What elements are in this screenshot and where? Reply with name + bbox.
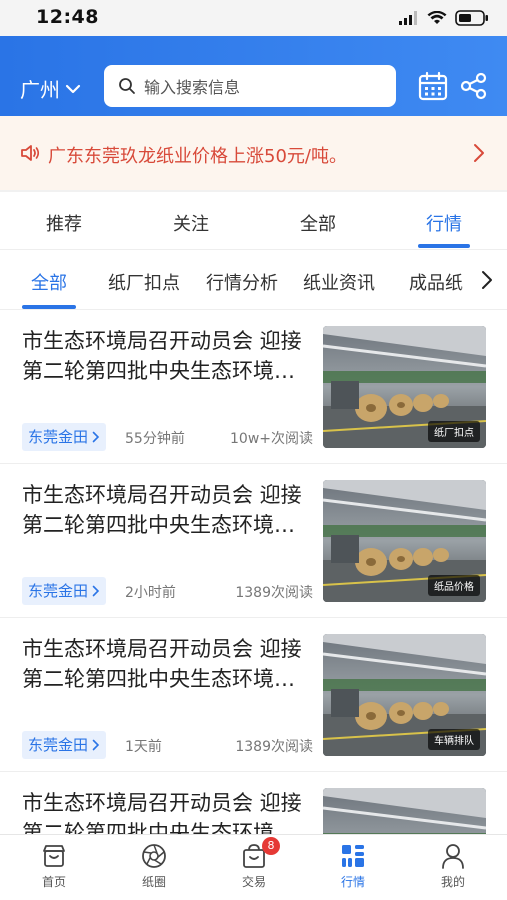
search-icon bbox=[119, 78, 135, 94]
trade-badge: 8 bbox=[262, 837, 280, 855]
battery-icon bbox=[455, 10, 488, 26]
nav-trade[interactable]: 8 交易 bbox=[224, 837, 284, 890]
news-title: 市生态环境局召开动员会 迎接第二轮第四批中央生态环境… bbox=[22, 483, 302, 537]
subtab-paper-news[interactable]: 纸业资讯 bbox=[303, 269, 375, 295]
signal-icon bbox=[399, 11, 417, 25]
source-tag[interactable]: 东莞金田 bbox=[22, 577, 107, 605]
nav-market-label: 行情 bbox=[340, 875, 365, 889]
nav-trade-label: 交易 bbox=[241, 875, 266, 889]
chevron-right-icon bbox=[482, 271, 492, 289]
source-tag-label: 东莞金田 bbox=[28, 582, 89, 600]
notice-banner[interactable]: 广东东莞玖龙纸业价格上涨50元/吨。 bbox=[0, 116, 507, 190]
news-time: 55分钟前 bbox=[125, 431, 185, 447]
nav-mine-label: 我的 bbox=[440, 875, 465, 889]
nav-home-label: 首页 bbox=[41, 875, 66, 889]
share-icon[interactable] bbox=[460, 72, 488, 100]
source-tag-label: 东莞金田 bbox=[28, 736, 89, 754]
subtab-finished-paper[interactable]: 成品纸 bbox=[409, 269, 463, 295]
status-time: 12:48 bbox=[36, 6, 99, 28]
tab-follow[interactable]: 关注 bbox=[173, 210, 209, 236]
wifi-icon bbox=[427, 11, 447, 24]
subtab-all[interactable]: 全部 bbox=[31, 269, 67, 295]
top-header: 广州 输入搜索信息 bbox=[0, 36, 507, 116]
source-tag[interactable]: 东莞金田 bbox=[22, 423, 107, 451]
notice-text: 广东东莞玖龙纸业价格上涨50元/吨。 bbox=[48, 146, 347, 167]
tab-recommend[interactable]: 推荐 bbox=[46, 210, 82, 236]
news-thumbnail: 纸品价格 bbox=[323, 480, 486, 602]
status-icons bbox=[399, 8, 489, 28]
grid-icon bbox=[342, 845, 364, 867]
person-icon bbox=[442, 844, 464, 869]
chevron-down-icon bbox=[65, 84, 81, 93]
chevron-right-icon bbox=[474, 144, 484, 162]
news-time: 2小时前 bbox=[125, 585, 176, 601]
thumbnail-label: 纸品价格 bbox=[428, 575, 480, 596]
thumbnail-label: 纸厂扣点 bbox=[428, 421, 480, 442]
thumbnail-label: 车辆排队 bbox=[428, 729, 480, 750]
subtab-market-analysis[interactable]: 行情分析 bbox=[206, 269, 278, 295]
nav-circle-label: 纸圈 bbox=[141, 875, 166, 889]
chevron-right-icon bbox=[92, 739, 100, 751]
nav-mine[interactable]: 我的 bbox=[423, 843, 483, 890]
tab-all[interactable]: 全部 bbox=[300, 210, 336, 236]
subtab-more-button[interactable] bbox=[461, 250, 507, 308]
news-time: 1天前 bbox=[125, 739, 162, 755]
nav-market[interactable]: 行情 bbox=[323, 843, 383, 890]
nav-circle[interactable]: 纸圈 bbox=[124, 843, 184, 890]
news-item[interactable]: 市生态环境局召开动员会 迎接第二轮第四批中央生态环境… 纸品价格 东莞金田 2小时前 1… bbox=[0, 464, 507, 618]
status-bar: 12:48 bbox=[0, 0, 507, 36]
sub-tabs: 全部 纸厂扣点 行情分析 纸业资讯 成品纸 bbox=[0, 250, 507, 310]
main-tabs: 推荐 关注 全部 行情 bbox=[0, 192, 507, 250]
subtab-mill-deduction[interactable]: 纸厂扣点 bbox=[108, 269, 180, 295]
source-tag-label: 东莞金田 bbox=[28, 428, 89, 446]
calendar-icon[interactable] bbox=[418, 71, 448, 101]
chevron-right-icon bbox=[92, 585, 100, 597]
source-tag[interactable]: 东莞金田 bbox=[22, 731, 107, 759]
subtab-indicator bbox=[22, 305, 76, 309]
news-read-count: 1389次阅读 bbox=[235, 739, 313, 755]
news-title: 市生态环境局召开动员会 迎接第二轮第四批中央生态环境… bbox=[22, 637, 302, 691]
news-title: 市生态环境局召开动员会 迎接第二轮第四批中央生态环境… bbox=[22, 329, 302, 383]
tab-market[interactable]: 行情 bbox=[426, 210, 462, 236]
home-icon bbox=[43, 845, 65, 867]
news-item[interactable]: 市生态环境局召开动员会 迎接第二轮第四批中央生态环境… 纸厂扣点 东莞金田 55分钟前… bbox=[0, 310, 507, 464]
tab-indicator bbox=[418, 244, 470, 248]
news-item[interactable]: 市生态环境局召开动员会 迎接第二轮第四批中央生态环境… 车辆排队 东莞金田 1天前 13… bbox=[0, 618, 507, 772]
city-selector[interactable]: 广州 bbox=[20, 74, 82, 103]
nav-home[interactable]: 首页 bbox=[24, 843, 84, 890]
aperture-icon bbox=[142, 844, 166, 868]
bottom-nav: 首页 纸圈 8 交易 行情 我的 bbox=[0, 834, 507, 900]
news-thumbnail: 纸厂扣点 bbox=[323, 326, 486, 448]
chevron-right-icon bbox=[92, 431, 100, 443]
city-label: 广州 bbox=[20, 78, 60, 102]
news-read-count: 10w+次阅读 bbox=[230, 431, 313, 447]
speaker-icon bbox=[21, 145, 40, 161]
search-input[interactable]: 输入搜索信息 bbox=[104, 65, 396, 107]
search-placeholder: 输入搜索信息 bbox=[144, 78, 241, 97]
news-read-count: 1389次阅读 bbox=[235, 585, 313, 601]
news-thumbnail: 车辆排队 bbox=[323, 634, 486, 756]
